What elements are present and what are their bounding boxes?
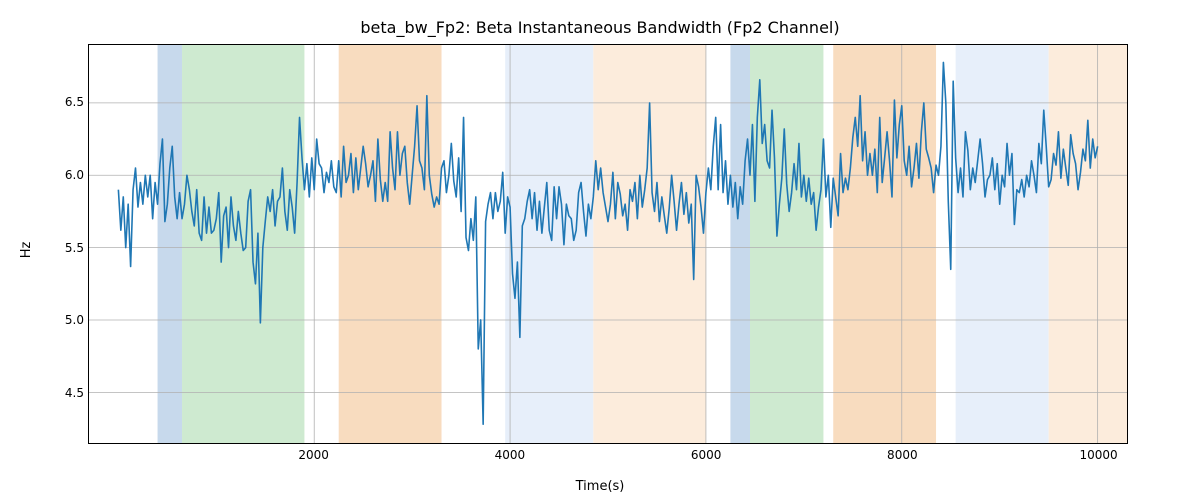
figure: beta_bw_Fp2: Beta Instantaneous Bandwidt… bbox=[0, 0, 1200, 500]
x-tick-label: 10000 bbox=[1079, 448, 1117, 462]
y-tick-label: 6.5 bbox=[44, 95, 84, 109]
segment-span bbox=[505, 45, 593, 443]
x-tick-label: 2000 bbox=[298, 448, 329, 462]
y-tick-label: 6.0 bbox=[44, 168, 84, 182]
y-tick-label: 4.5 bbox=[44, 386, 84, 400]
y-axis-label: Hz bbox=[19, 242, 34, 259]
chart-title: beta_bw_Fp2: Beta Instantaneous Bandwidt… bbox=[0, 18, 1200, 37]
segment-span bbox=[833, 45, 936, 443]
y-tick-label: 5.0 bbox=[44, 313, 84, 327]
axes bbox=[88, 44, 1128, 444]
segment-span bbox=[956, 45, 1049, 443]
x-tick-label: 6000 bbox=[691, 448, 722, 462]
segment-span bbox=[158, 45, 182, 443]
segment-span bbox=[1049, 45, 1127, 443]
plot-svg bbox=[89, 45, 1127, 443]
x-tick-label: 8000 bbox=[887, 448, 918, 462]
y-tick-label: 5.5 bbox=[44, 241, 84, 255]
segment-span bbox=[182, 45, 304, 443]
x-tick-label: 4000 bbox=[495, 448, 526, 462]
x-axis-label: Time(s) bbox=[0, 479, 1200, 494]
segment-span bbox=[730, 45, 750, 443]
